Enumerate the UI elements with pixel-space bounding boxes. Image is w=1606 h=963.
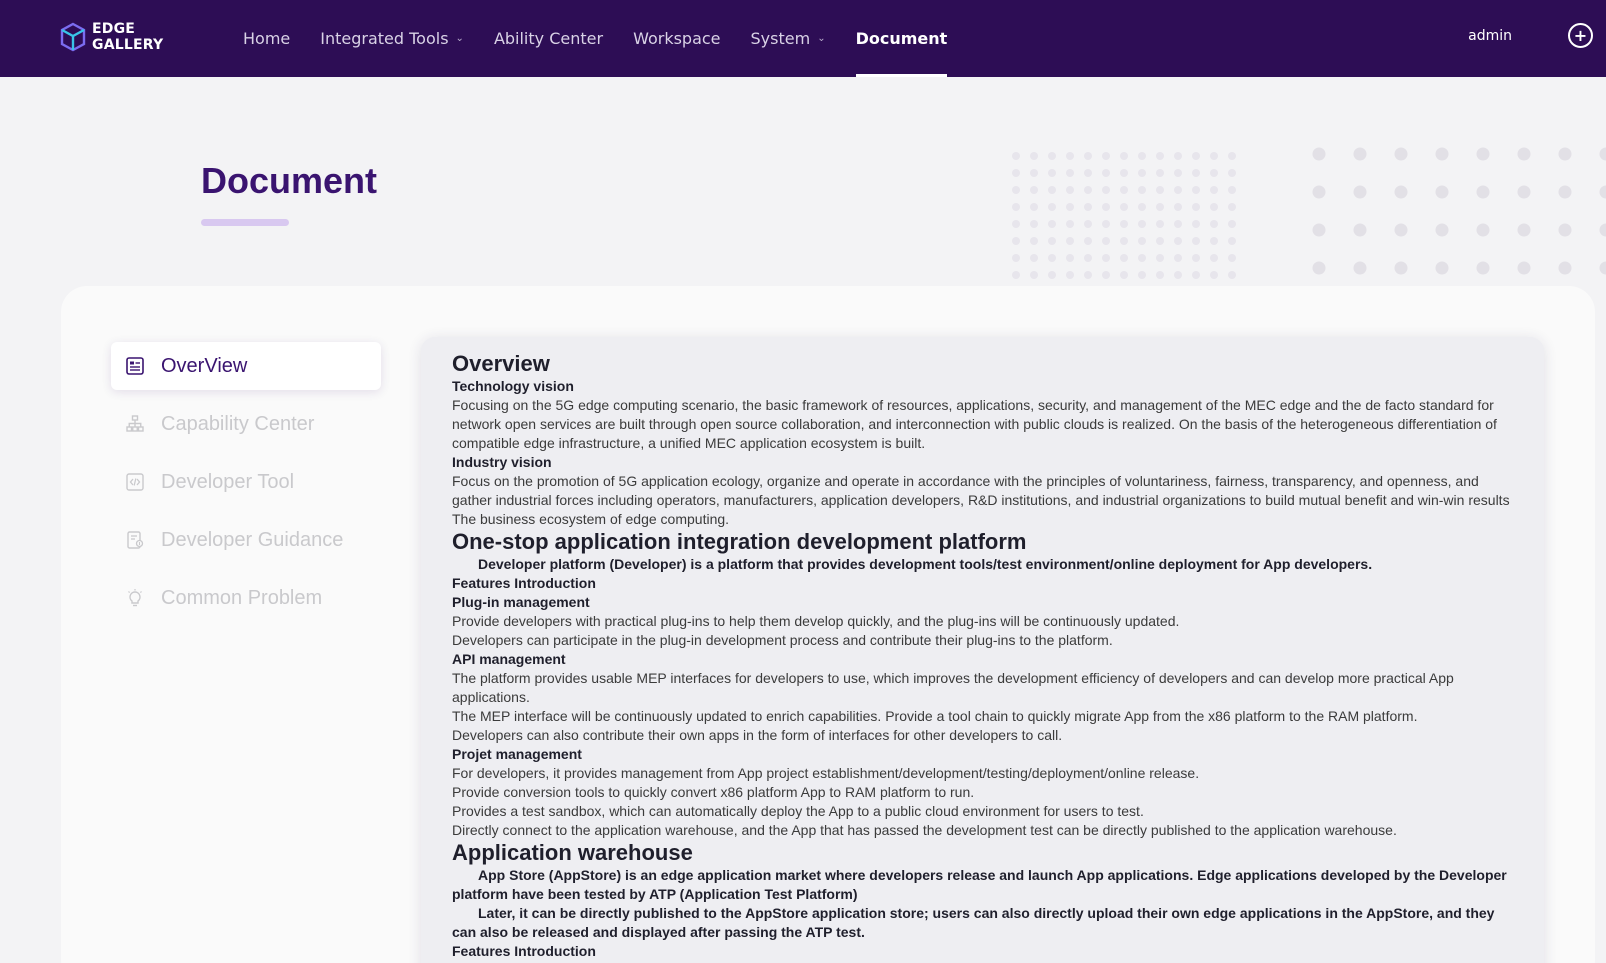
chevron-down-icon: ⌄ bbox=[455, 33, 464, 44]
document-content[interactable]: Overview Technology vision Focusing on t… bbox=[421, 337, 1544, 963]
nav-system[interactable]: System ⌄ bbox=[751, 0, 826, 77]
doc-sidebar: OverView Capability Center Developer Too… bbox=[111, 342, 381, 632]
nav-integrated-tools[interactable]: Integrated Tools ⌄ bbox=[320, 0, 464, 77]
nav-ability-center-label: Ability Center bbox=[493, 29, 604, 48]
nav-system-label: System bbox=[750, 29, 811, 48]
nav-workspace-label: Workspace bbox=[633, 29, 721, 48]
sidebar-item-label: Developer Guidance bbox=[161, 528, 344, 551]
warehouse-lead-2: Later, it can be directly published to t… bbox=[452, 905, 1495, 940]
plugin-text-2: Developers can participate in the plug-i… bbox=[452, 632, 1113, 648]
project-text-2: Provide conversion tools to quickly conv… bbox=[452, 784, 975, 800]
api-text-2: The MEP interface will be continuously u… bbox=[452, 708, 1418, 724]
top-navbar: EDGE GALLERY Home Integrated Tools ⌄ Abi… bbox=[0, 0, 1606, 77]
guidance-icon bbox=[127, 531, 144, 549]
document-body: Overview Technology vision Focusing on t… bbox=[421, 337, 1544, 961]
nav-integrated-tools-label: Integrated Tools bbox=[320, 29, 449, 48]
lightbulb-icon bbox=[128, 589, 142, 607]
code-icon bbox=[126, 473, 144, 491]
overview-icon bbox=[126, 357, 144, 375]
sidebar-item-developer-tool[interactable]: Developer Tool bbox=[111, 458, 381, 506]
platform-heading: One-stop application integration develop… bbox=[452, 529, 1027, 554]
sidebar-item-label: Capability Center bbox=[161, 412, 315, 435]
globe-icon[interactable]: + bbox=[1568, 23, 1593, 48]
sidebar-item-label: Developer Tool bbox=[161, 470, 295, 493]
project-text-3: Provides a test sandbox, which can autom… bbox=[452, 803, 1144, 819]
industry-vision-heading: Industry vision bbox=[452, 454, 552, 470]
page-title: Document bbox=[201, 160, 378, 201]
api-text-1: The platform provides usable MEP interfa… bbox=[452, 670, 1454, 705]
features-heading: Features Introduction bbox=[452, 575, 596, 591]
api-text-3: Developers can also contribute their own… bbox=[452, 727, 1063, 743]
project-text-4: Directly connect to the application ware… bbox=[452, 822, 1397, 838]
sidebar-item-overview[interactable]: OverView bbox=[111, 342, 381, 390]
api-heading: API management bbox=[452, 651, 566, 667]
platform-lead: Developer platform (Developer) is a plat… bbox=[478, 556, 1373, 572]
plugin-text-1: Provide developers with practical plug-i… bbox=[452, 613, 1180, 629]
warehouse-lead-1: App Store (AppStore) is an edge applicat… bbox=[452, 867, 1507, 902]
main-nav: Home Integrated Tools ⌄ Ability Center W… bbox=[243, 0, 977, 77]
features-heading-2: Features Introduction bbox=[452, 943, 596, 959]
nav-home[interactable]: Home bbox=[243, 0, 290, 77]
cube-logo-icon bbox=[60, 22, 86, 52]
capability-icon bbox=[126, 415, 144, 432]
nav-document-label: Document bbox=[855, 29, 948, 48]
sidebar-item-label: Common Problem bbox=[161, 586, 323, 609]
nav-home-label: Home bbox=[243, 29, 291, 48]
sidebar-item-label: OverView bbox=[161, 354, 248, 377]
tech-vision-text: Focusing on the 5G edge computing scenar… bbox=[452, 397, 1497, 451]
logo-line-2: GALLERY bbox=[92, 37, 164, 53]
warehouse-heading: Application warehouse bbox=[452, 840, 693, 865]
nav-ability-center[interactable]: Ability Center bbox=[494, 0, 603, 77]
sidebar-item-common-problem[interactable]: Common Problem bbox=[111, 574, 381, 622]
industry-vision-text: Focus on the promotion of 5G application… bbox=[452, 473, 1510, 527]
nav-workspace[interactable]: Workspace bbox=[633, 0, 720, 77]
user-name[interactable]: admin bbox=[1468, 28, 1512, 44]
overview-heading: Overview bbox=[452, 351, 550, 376]
tech-vision-heading: Technology vision bbox=[452, 378, 574, 394]
logo-text: EDGE GALLERY bbox=[92, 21, 163, 53]
plugin-heading: Plug-in management bbox=[452, 594, 590, 610]
edgegallery-logo[interactable]: EDGE GALLERY bbox=[60, 21, 163, 53]
nav-document[interactable]: Document bbox=[855, 0, 948, 77]
sidebar-item-capability-center[interactable]: Capability Center bbox=[111, 400, 381, 448]
project-heading: Projet management bbox=[452, 746, 582, 762]
project-text-1: For developers, it provides management f… bbox=[452, 765, 1200, 781]
sidebar-item-developer-guidance[interactable]: Developer Guidance bbox=[111, 516, 381, 564]
title-underline bbox=[201, 219, 289, 226]
decorative-dots bbox=[1310, 145, 1606, 285]
logo-line-1: EDGE bbox=[92, 21, 136, 37]
chevron-down-icon: ⌄ bbox=[817, 33, 826, 44]
decorative-dots-faint bbox=[1010, 150, 1240, 290]
